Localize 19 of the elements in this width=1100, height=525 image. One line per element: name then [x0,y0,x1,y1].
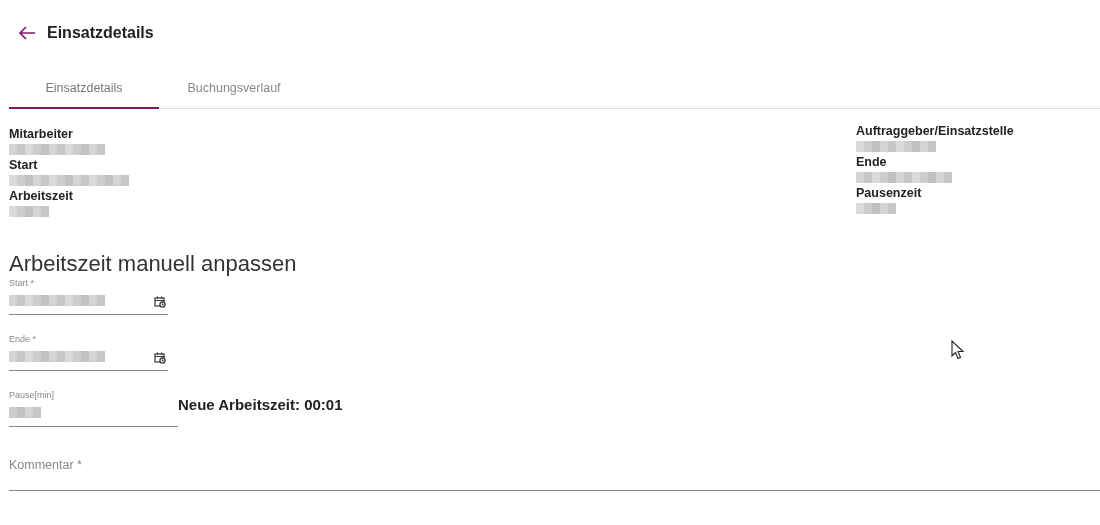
detail-label: Arbeitszeit [9,189,74,203]
back-arrow-icon[interactable] [18,26,36,40]
comment-field[interactable]: Kommentar * [9,458,1100,491]
calendar-clock-icon[interactable] [154,352,166,364]
calendar-clock-icon[interactable] [154,296,166,308]
detail-label: Pausenzeit [856,186,923,200]
tab[interactable]: Buchungsverlauf [159,68,309,109]
input-field[interactable]: Pause[min] [9,390,178,427]
input-field[interactable]: Ende * [9,334,168,371]
detail-label: Auftraggeber/Einsatzstelle [856,124,1015,138]
section-heading: Arbeitszeit manuell anpassen [9,251,298,277]
mouse-pointer-icon [951,340,965,360]
detail-label: Ende [856,155,888,169]
detail-label: Mitarbeiter [9,127,74,141]
page-title: Einsatzdetails [47,24,154,42]
new-working-time: Neue Arbeitszeit: 00:01 [178,396,343,413]
tab[interactable]: Einsatzdetails [9,68,159,109]
input-field[interactable]: Start * [9,278,168,315]
detail-label: Start [9,158,39,172]
